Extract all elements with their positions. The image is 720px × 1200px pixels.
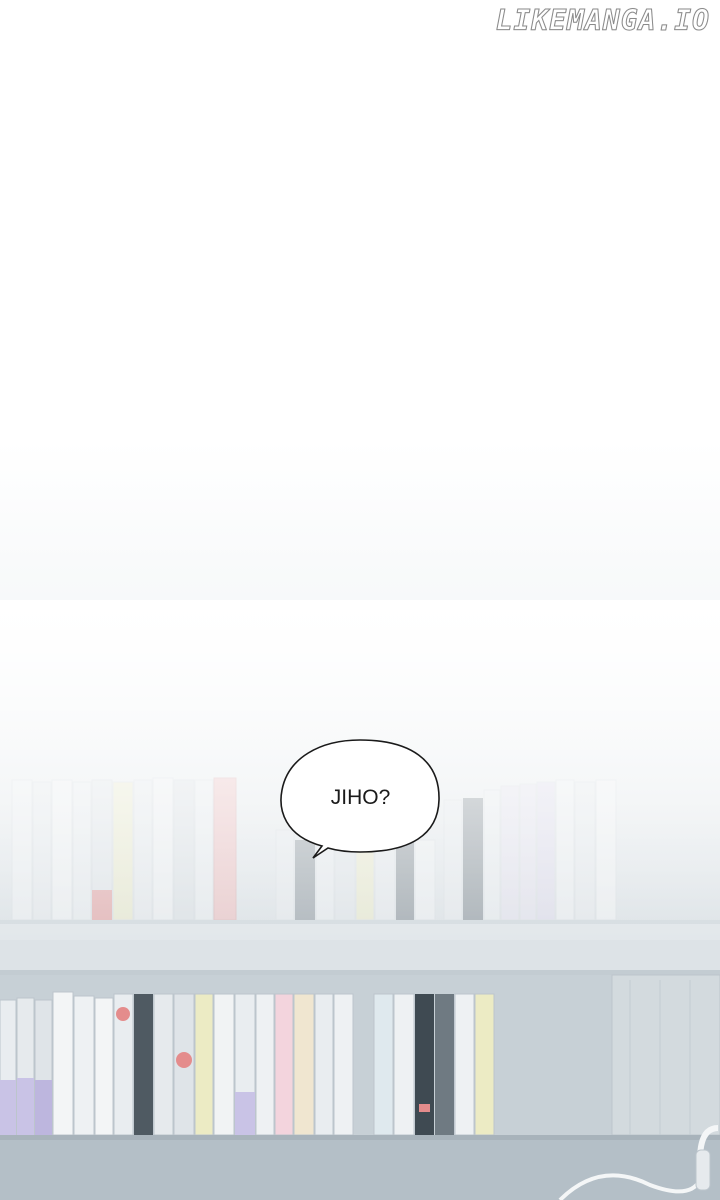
speech-bubble-text: JIHO? — [330, 786, 391, 809]
watermark-logo: LIKEMANGA.IO — [495, 4, 710, 38]
speech-bubble — [280, 739, 440, 859]
manga-panel: JIHO? LIKEMANGA.IO — [0, 0, 720, 1200]
